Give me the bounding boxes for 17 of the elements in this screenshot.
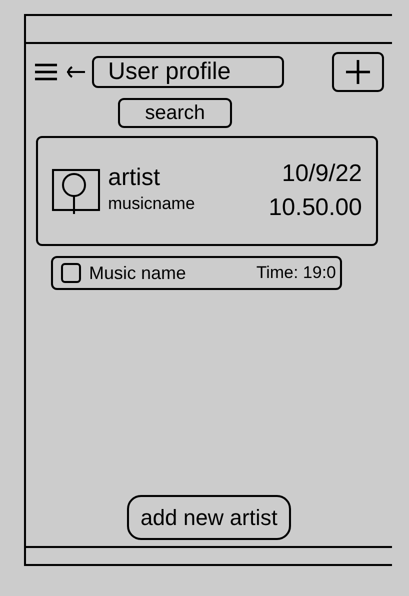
music-name: Music name: [89, 262, 186, 284]
page-title: User profile: [92, 56, 284, 88]
music-row[interactable]: Music name Time: 19:0: [51, 256, 342, 290]
time-text: 10.50.00: [268, 195, 362, 221]
menu-icon[interactable]: [34, 63, 58, 81]
add-artist-button[interactable]: add new artist: [126, 495, 292, 540]
artist-card[interactable]: artist musicname 10/9/22 10.50.00: [36, 136, 378, 246]
add-button[interactable]: [332, 52, 384, 92]
search-button[interactable]: search: [118, 98, 232, 128]
date-text: 10/9/22: [280, 161, 362, 187]
thumbnail-placeholder: [61, 263, 81, 283]
back-arrow-icon[interactable]: [64, 65, 86, 79]
artist-name: artist: [108, 165, 162, 192]
plus-icon: [343, 57, 373, 87]
music-name: musicname: [108, 193, 195, 216]
time-text: Time: 19:0: [256, 262, 336, 284]
image-placeholder-icon: [52, 167, 100, 215]
